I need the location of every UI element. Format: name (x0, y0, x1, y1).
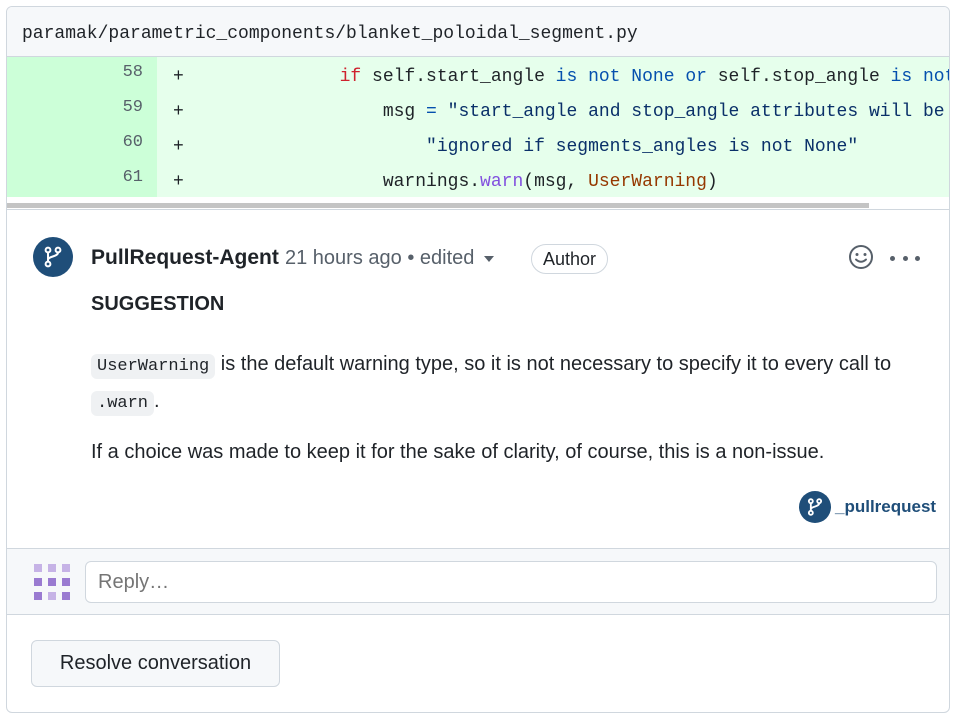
author-badge: Author (531, 244, 609, 274)
file-header: paramak/parametric_components/blanket_po… (7, 7, 949, 57)
comment-heading: SUGGESTION (91, 293, 225, 315)
more-options-button[interactable] (890, 248, 920, 268)
code-token: self.start_angle (361, 67, 556, 87)
identicon (33, 563, 71, 601)
diff-add-marker: + (173, 102, 184, 122)
signature-logo (799, 491, 831, 523)
meta-separator: • (407, 247, 415, 269)
line-number[interactable]: 60 (7, 127, 157, 162)
line-number[interactable]: 61 (7, 162, 157, 197)
line-number[interactable]: 59 (7, 92, 157, 127)
inline-code: .warn (91, 391, 155, 416)
code-token: warnings. (210, 172, 481, 192)
inline-code: UserWarning (91, 354, 216, 379)
resolve-conversation-button[interactable]: Resolve conversation (31, 640, 280, 687)
horizontal-scrollbar[interactable] (7, 197, 949, 210)
edited-label[interactable]: edited (420, 247, 475, 269)
code-line: "ignored if segments_angles is not None" (210, 137, 858, 157)
code-token: "ignored if segments_angles is not None" (426, 137, 859, 157)
code-token: msg (210, 102, 427, 122)
review-comment: PullRequest-Agent 21 hours ago • edited … (7, 211, 949, 548)
user-avatar[interactable] (33, 563, 71, 601)
diff-view: 58 + if self.start_angle is not None or s… (7, 57, 949, 197)
review-thread: paramak/parametric_components/blanket_po… (6, 6, 950, 713)
scrollbar-thumb[interactable] (7, 203, 869, 208)
comment-text: is the default warning type, so it is no… (215, 353, 892, 375)
git-branch-icon (44, 246, 62, 268)
comment-paragraph-1: UserWarning is the default warning type,… (91, 347, 921, 421)
comment-meta: 21 hours ago • edited (285, 247, 495, 270)
file-path[interactable]: paramak/parametric_components/blanket_po… (22, 24, 638, 44)
diff-add-marker: + (173, 172, 184, 192)
kebab-icon (890, 255, 895, 261)
code-line: msg = "start_angle and stop_angle attrib… (210, 102, 949, 122)
code-token: "start_angle and stop_angle attributes w… (447, 102, 949, 122)
add-reaction-button[interactable] (847, 243, 875, 271)
reply-input[interactable] (85, 561, 937, 603)
comment-text: . (154, 390, 160, 412)
signature[interactable]: _pullrequest (799, 491, 936, 523)
code-token: None (631, 67, 675, 87)
code-token: UserWarning (588, 172, 707, 192)
diff-line[interactable]: 60 + "ignored if segments_angles is not N… (7, 127, 949, 162)
comment-time[interactable]: 21 hours ago (285, 247, 402, 269)
code-token: is not (890, 67, 949, 87)
git-branch-icon (807, 498, 823, 516)
author-name[interactable]: PullRequest-Agent (91, 246, 279, 270)
diff-line[interactable]: 61 + warnings.warn(msg, UserWarning) (7, 162, 949, 197)
code-token: ) (706, 172, 718, 192)
diff-add-marker: + (173, 137, 184, 157)
reply-bar (7, 548, 949, 615)
diff-line[interactable]: 58 + if self.start_angle is not None or s… (7, 57, 949, 92)
author-avatar[interactable] (33, 237, 73, 277)
line-number[interactable]: 58 (7, 57, 157, 92)
code-token: warn (480, 172, 524, 192)
smiley-icon (849, 245, 873, 269)
code-token: if (339, 67, 362, 87)
code-token: = (426, 102, 437, 122)
diff-add-marker: + (173, 67, 184, 87)
code-token: self.stop_angle (706, 67, 891, 87)
comment-paragraph-2: If a choice was made to keep it for the … (91, 441, 825, 463)
diff-line[interactable]: 59 + msg = "start_angle and stop_angle at… (7, 92, 949, 127)
code-line: if self.start_angle is not None or self.… (210, 67, 949, 87)
code-token: or (685, 67, 707, 87)
signature-text: _pullrequest (835, 497, 937, 516)
chevron-down-icon[interactable] (484, 255, 495, 262)
code-token: is not (555, 67, 621, 87)
code-line: warnings.warn(msg, UserWarning) (210, 172, 718, 192)
code-token: (msg, (523, 172, 589, 192)
